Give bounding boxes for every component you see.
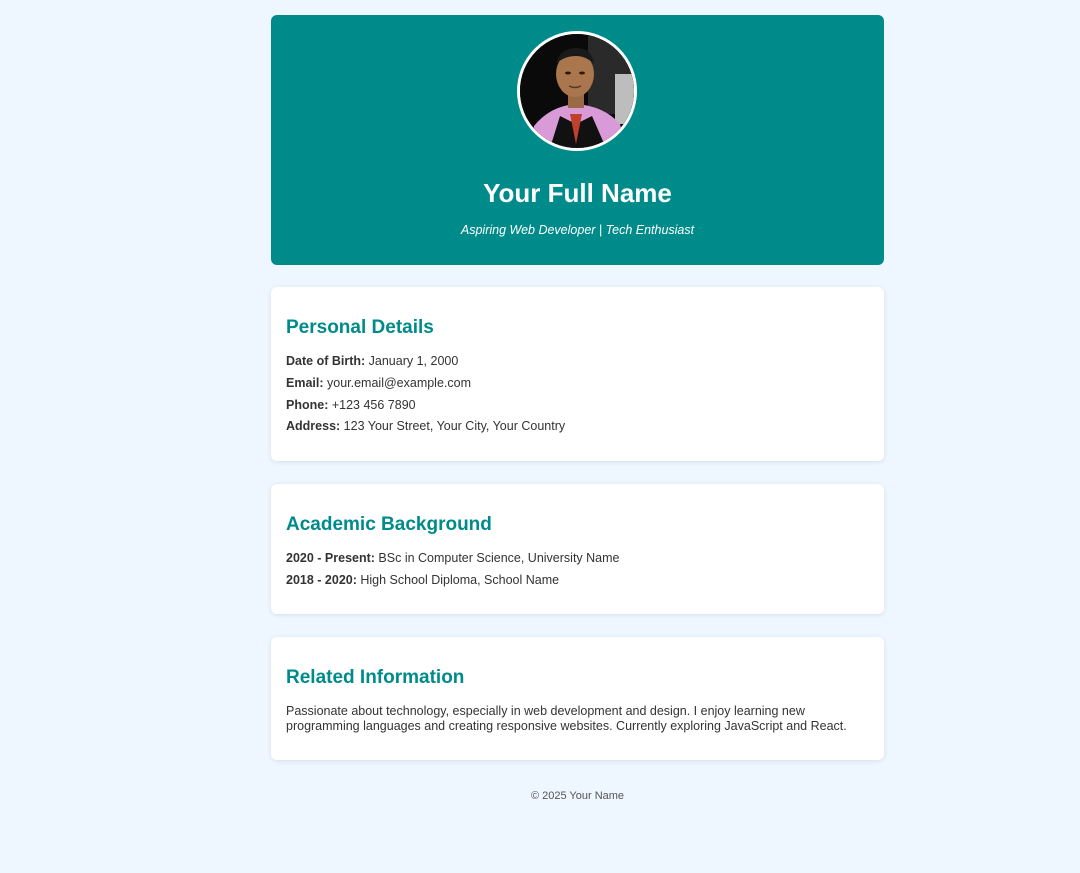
profile-name: Your Full Name (483, 178, 672, 208)
detail-value: 123 Your Street, Your City, Your Country (343, 419, 566, 433)
detail-label: Address: (286, 419, 341, 433)
academic-row: 2020 - Present: BSc in Computer Science,… (286, 550, 619, 566)
personal-details-title: Personal Details (286, 317, 434, 338)
detail-label: Email: (286, 376, 324, 390)
detail-row-address: Address: 123 Your Street, Your City, You… (286, 418, 565, 434)
profile-container: Your Full Name Aspiring Web Developer | … (271, 15, 884, 760)
academic-degree: High School Diploma, School Name (360, 573, 560, 587)
detail-label: Phone: (286, 398, 329, 412)
footer-copyright: © 2025 Your Name (530, 790, 625, 802)
related-information-card: Related Information Passionate about tec… (271, 637, 884, 760)
detail-row-dob: Date of Birth: January 1, 2000 (286, 353, 458, 369)
academic-degree: BSc in Computer Science, University Name (378, 551, 620, 565)
academic-row: 2018 - 2020: High School Diploma, School… (286, 572, 559, 588)
academic-period: 2018 - 2020: (286, 573, 357, 587)
detail-value: your.email@example.com (327, 376, 471, 390)
profile-photo (517, 31, 637, 151)
academic-background-card: Academic Background 2020 - Present: BSc … (271, 484, 884, 614)
detail-value: +123 456 7890 (331, 398, 416, 412)
related-information-text: Passionate about technology, especially … (286, 704, 847, 733)
academic-background-title: Academic Background (286, 514, 492, 535)
detail-label: Date of Birth: (286, 354, 366, 368)
detail-value: January 1, 2000 (368, 354, 459, 368)
academic-period: 2020 - Present: (286, 551, 375, 565)
profile-header: Your Full Name Aspiring Web Developer | … (271, 15, 884, 265)
detail-row-email: Email: your.email@example.com (286, 375, 471, 391)
related-information-title: Related Information (286, 667, 465, 688)
personal-details-card: Personal Details Date of Birth: January … (271, 287, 884, 461)
detail-row-phone: Phone: +123 456 7890 (286, 397, 416, 413)
profile-tagline: Aspiring Web Developer | Tech Enthusiast (460, 223, 695, 237)
